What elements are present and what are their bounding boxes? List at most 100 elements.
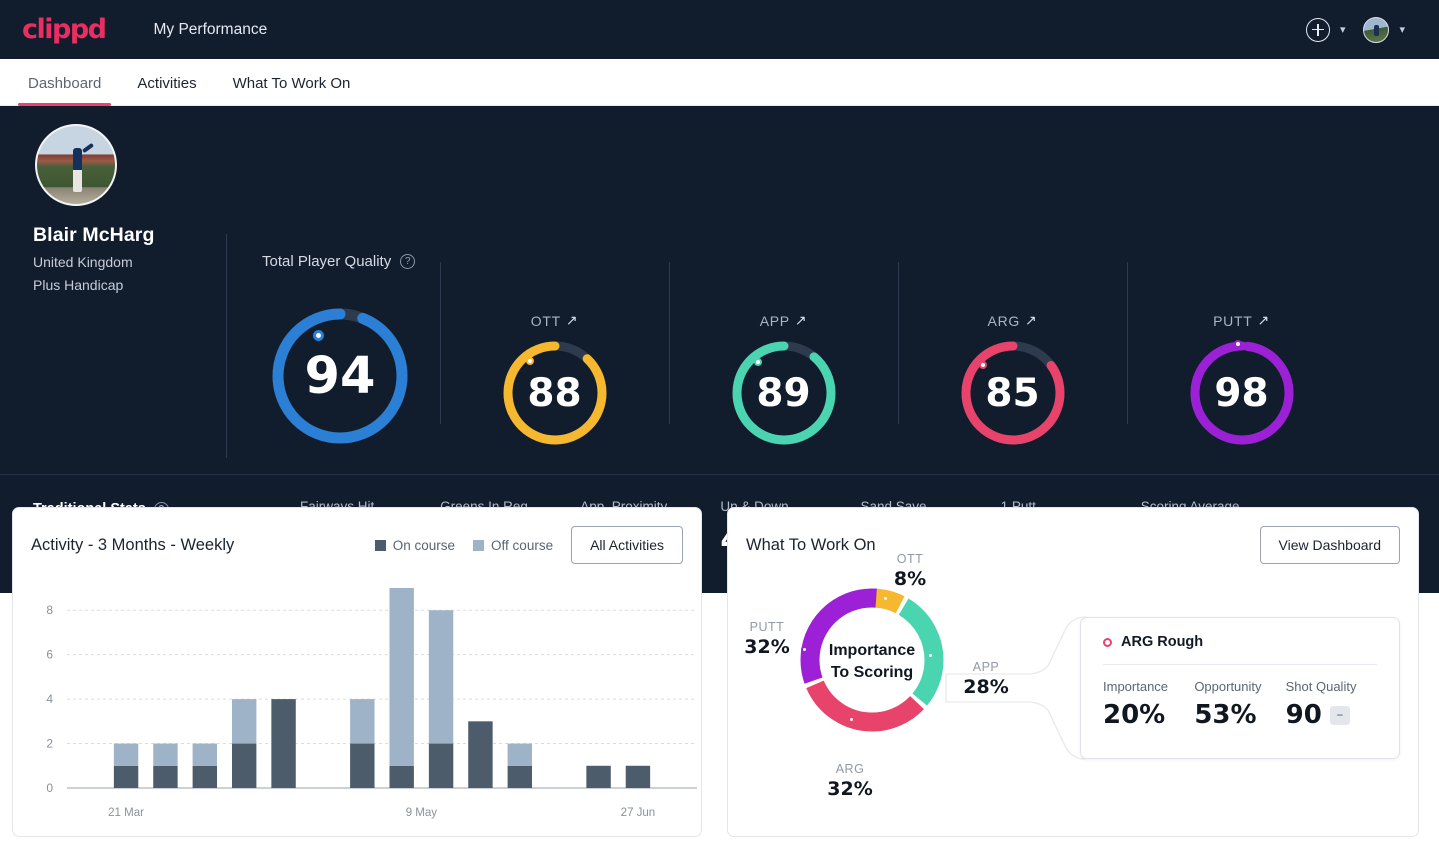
activity-card-title: Activity - 3 Months - Weekly: [31, 535, 235, 554]
main-tab-bar: Dashboard Activities What To Work On: [0, 59, 1439, 106]
donut-label-ott: OTT 8%: [880, 552, 940, 590]
activity-legend: On course Off course: [374, 537, 553, 553]
metric-value-wrap: 20%: [1103, 700, 1194, 730]
gauge-value-tpq: 94: [304, 346, 376, 406]
gauge-app-title: APP ↗: [760, 312, 808, 329]
donut-marker-putt: [801, 646, 808, 653]
metric-value: 90: [1285, 700, 1322, 730]
donut-label-key: ARG: [835, 762, 865, 776]
player-handicap: Plus Handicap: [33, 277, 124, 293]
gauge-value-ott: 88: [527, 370, 582, 416]
donut-label-value: 28%: [963, 676, 1009, 698]
gauge-ring-putt: 98: [1188, 339, 1296, 447]
donut-label-putt: PUTT 32%: [736, 620, 798, 658]
svg-text:9 May: 9 May: [406, 807, 438, 819]
chevron-down-icon-add[interactable]: ▾: [1340, 23, 1346, 36]
metric-opportunity: Opportunity 53%: [1194, 679, 1285, 730]
gauge-app-label: APP: [759, 312, 790, 329]
gauge-value-putt: 98: [1214, 370, 1269, 416]
metric-label: Shot Quality: [1285, 679, 1357, 694]
activity-card-header: Activity - 3 Months - Weekly On course O…: [13, 508, 701, 564]
gauge-putt: PUTT ↗ 98: [1127, 262, 1356, 447]
gauge-ring-app: 89: [730, 339, 838, 447]
gauge-ring-arg: 85: [959, 339, 1067, 447]
trend-up-icon-ott: ↗: [565, 312, 579, 328]
arg-rough-detail-card[interactable]: ARG Rough Importance 20% Opportunity 53%: [1080, 617, 1400, 759]
svg-text:2: 2: [46, 737, 53, 751]
donut-marker-arg: [848, 716, 855, 723]
trend-up-icon-putt: ↗: [1257, 312, 1270, 328]
svg-text:21 Mar: 21 Mar: [108, 807, 144, 819]
activity-bar-chart-svg: 0 2 4 6 8 21 Mar 9 May 27 Jun: [46, 588, 697, 819]
player-name: Blair McHarg: [33, 224, 155, 246]
donut-label-key: APP: [972, 660, 1000, 674]
gauge-ring-ott: 88: [501, 339, 609, 447]
gauge-arg-title: ARG ↗: [988, 312, 1038, 329]
metric-value-wrap: 90 –: [1286, 700, 1377, 730]
metric-label: Opportunity: [1194, 679, 1262, 694]
donut-marker-ott: [882, 595, 889, 602]
donut-label-arg: ARG 32%: [820, 762, 880, 800]
wtwo-card-body: Importance To Scoring OTT 8% APP 28% ARG…: [728, 552, 1420, 826]
all-activities-button[interactable]: All Activities: [571, 526, 683, 564]
gauge-marker-putt: [1233, 340, 1242, 348]
plus-circle-icon[interactable]: [1305, 17, 1330, 42]
donut-center-line1: Importance: [828, 642, 916, 659]
metric-value-wrap: 53%: [1194, 700, 1285, 730]
donut-center-label: Importance To Scoring: [826, 640, 918, 683]
legend-item-off-course: Off course: [473, 538, 553, 553]
svg-text:0: 0: [46, 781, 53, 795]
shot-quality-trend-badge: –: [1329, 705, 1350, 725]
quality-gauges: 94 OTT ↗ 88 APP ↗ 89 ARG ↗ 85 PUTT ↗ 98: [240, 262, 1439, 447]
tab-activities[interactable]: Activities: [119, 75, 214, 105]
tab-dashboard[interactable]: Dashboard: [10, 75, 119, 106]
chevron-down-icon-user[interactable]: ▾: [1399, 23, 1405, 36]
user-avatar-icon[interactable]: [1363, 16, 1390, 43]
trend-up-icon-app: ↗: [794, 312, 808, 328]
gauge-putt-label: PUTT: [1213, 312, 1253, 329]
gauge-putt-title: PUTT ↗: [1213, 312, 1270, 329]
view-dashboard-button[interactable]: View Dashboard: [1259, 526, 1400, 564]
activity-bar-chart[interactable]: 0 2 4 6 8 21 Mar 9 May 27 Jun: [13, 576, 703, 836]
clippd-logo[interactable]: clippd: [22, 14, 107, 45]
player-country: United Kingdom: [33, 254, 133, 270]
legend-label: On course: [392, 537, 456, 553]
gauge-total-player-quality: 94: [240, 282, 440, 447]
svg-text:27 Jun: 27 Jun: [621, 807, 656, 819]
tpq-text: Total Player Quality: [262, 253, 392, 270]
donut-marker-app: [927, 652, 934, 659]
wtwo-card-header: What To Work On View Dashboard: [728, 508, 1418, 564]
app-title: My Performance: [153, 20, 268, 38]
legend-swatch-on-course: [374, 539, 386, 551]
metric-importance: Importance 20%: [1103, 679, 1194, 730]
performance-hero-section: Blair McHarg United Kingdom Plus Handica…: [0, 106, 1439, 593]
trend-up-icon-arg: ↗: [1025, 312, 1038, 328]
gauge-marker-ott: [525, 357, 534, 365]
what-to-work-on-card: What To Work On View Dashboard Importanc…: [727, 507, 1419, 837]
detail-card-title: ARG Rough: [1121, 634, 1204, 650]
legend-swatch-off-course: [473, 539, 485, 551]
gauge-marker-tpq: [313, 330, 324, 341]
gauge-ott-label: OTT: [530, 312, 561, 329]
legend-label: Off course: [491, 537, 554, 553]
player-avatar[interactable]: [35, 124, 117, 206]
gauge-arg-label: ARG: [987, 312, 1020, 329]
circle-outline-icon: [1103, 637, 1112, 647]
metric-shot-quality: Shot Quality 90 –: [1286, 679, 1377, 730]
gauge-marker-arg: [978, 361, 987, 369]
metric-value: 20%: [1103, 700, 1166, 730]
legend-item-on-course: On course: [374, 537, 456, 553]
hero-divider: [226, 234, 227, 458]
gauge-value-arg: 85: [985, 370, 1040, 416]
metric-value: 53%: [1194, 700, 1257, 730]
detail-card-header: ARG Rough: [1103, 634, 1377, 650]
detail-card-divider: [1103, 664, 1377, 665]
gauge-marker-app: [753, 358, 762, 366]
tab-what-to-work-on[interactable]: What To Work On: [215, 75, 369, 105]
metric-label: Importance: [1103, 679, 1169, 694]
svg-text:8: 8: [46, 603, 53, 617]
activity-card: Activity - 3 Months - Weekly On course O…: [12, 507, 702, 837]
svg-text:4: 4: [46, 692, 53, 706]
wtwo-card-title: What To Work On: [746, 535, 876, 554]
question-circle-icon[interactable]: ?: [400, 254, 416, 269]
